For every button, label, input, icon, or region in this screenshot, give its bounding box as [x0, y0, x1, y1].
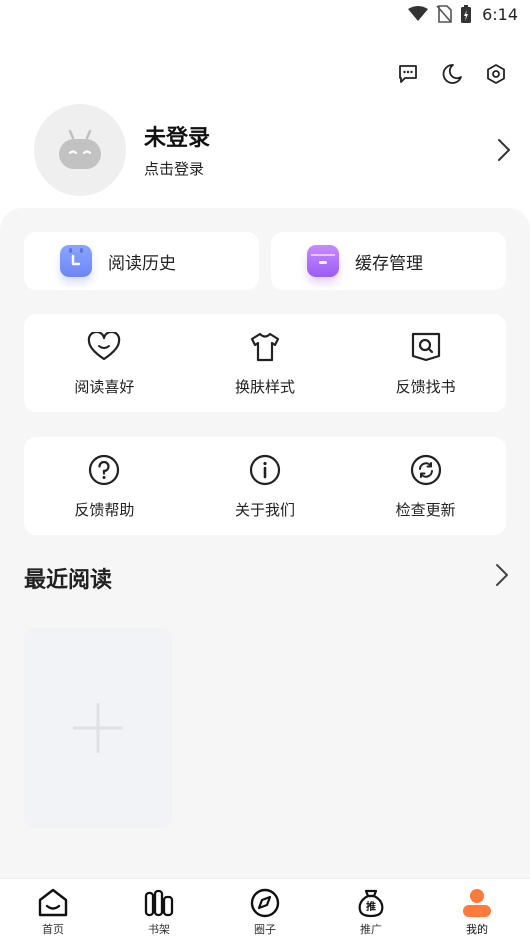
moon-icon [442, 64, 462, 84]
profile-name: 未登录 [144, 126, 211, 151]
feature-grid-1: 阅读喜好 换肤样式 反馈找书 [24, 314, 506, 412]
battery-charging-icon [461, 5, 472, 23]
reading-history-label: 阅读历史 [108, 253, 176, 274]
chevron-right-icon[interactable] [496, 138, 512, 162]
bottom-tab-bar: 首页 书架 圈子 推 推广 我的 [0, 878, 530, 942]
skin-style-item[interactable]: 换肤样式 [185, 314, 346, 412]
tab-home[interactable]: 首页 [0, 879, 106, 942]
check-update-label: 检查更新 [395, 501, 456, 519]
tab-bookshelf[interactable]: 书架 [106, 879, 212, 942]
reading-history-card[interactable]: 阅读历史 [24, 232, 259, 290]
home-icon [38, 888, 68, 917]
check-update-item[interactable]: 检查更新 [345, 437, 506, 535]
about-us-item[interactable]: 关于我们 [185, 437, 346, 535]
add-book-placeholder[interactable] [24, 628, 172, 828]
reading-preference-label: 阅读喜好 [74, 378, 135, 396]
reading-preference-item[interactable]: 阅读喜好 [24, 314, 185, 412]
tab-bookshelf-label: 书架 [148, 923, 170, 936]
feedback-help-label: 反馈帮助 [74, 501, 135, 519]
no-sim-icon [436, 5, 452, 23]
feature-grid-2: 反馈帮助 关于我们 检查更新 [24, 437, 506, 535]
message-icon [399, 65, 417, 83]
night-mode-button[interactable] [440, 62, 464, 86]
robot-avatar-icon [59, 129, 101, 169]
chevron-right-icon[interactable] [494, 562, 510, 588]
feedback-find-book-label: 反馈找书 [395, 378, 456, 396]
tab-mine[interactable]: 我的 [424, 879, 530, 942]
status-time: 6:14 [482, 4, 518, 24]
tab-mine-label: 我的 [466, 923, 488, 936]
skin-style-label: 换肤样式 [235, 378, 296, 396]
about-us-label: 关于我们 [235, 501, 296, 519]
history-icon [60, 245, 92, 277]
avatar[interactable] [34, 104, 126, 196]
feedback-find-book-item[interactable]: 反馈找书 [345, 314, 506, 412]
heart-icon [88, 332, 121, 361]
cache-icon [307, 245, 339, 277]
message-button[interactable] [396, 62, 420, 86]
bookshelf-icon [144, 889, 174, 917]
book-search-icon [411, 332, 440, 362]
refresh-icon [410, 454, 441, 486]
recent-reading-title: 最近阅读 [24, 568, 113, 593]
login-hint[interactable]: 点击登录 [144, 158, 204, 179]
user-icon [463, 889, 491, 917]
tab-promote-label: 推广 [360, 923, 382, 936]
tab-promote[interactable]: 推 推广 [318, 879, 424, 942]
help-icon [89, 454, 120, 486]
info-icon [249, 454, 281, 486]
feedback-help-item[interactable]: 反馈帮助 [24, 437, 185, 535]
cache-manage-card[interactable]: 缓存管理 [271, 232, 506, 290]
promote-badge-text: 推 [366, 902, 376, 913]
tab-circle[interactable]: 圈子 [212, 879, 318, 942]
status-bar: 6:14 [0, 0, 530, 30]
tab-circle-label: 圈子 [254, 923, 276, 936]
top-actions [396, 62, 508, 86]
profile-header[interactable]: 未登录 点击登录 [34, 104, 512, 196]
tab-home-label: 首页 [42, 923, 64, 936]
cache-manage-label: 缓存管理 [355, 253, 423, 274]
compass-icon [250, 888, 280, 918]
shirt-icon [250, 332, 280, 362]
plus-icon [73, 703, 123, 753]
settings-button[interactable] [484, 62, 508, 86]
wifi-icon [408, 6, 429, 21]
settings-icon [487, 64, 505, 84]
